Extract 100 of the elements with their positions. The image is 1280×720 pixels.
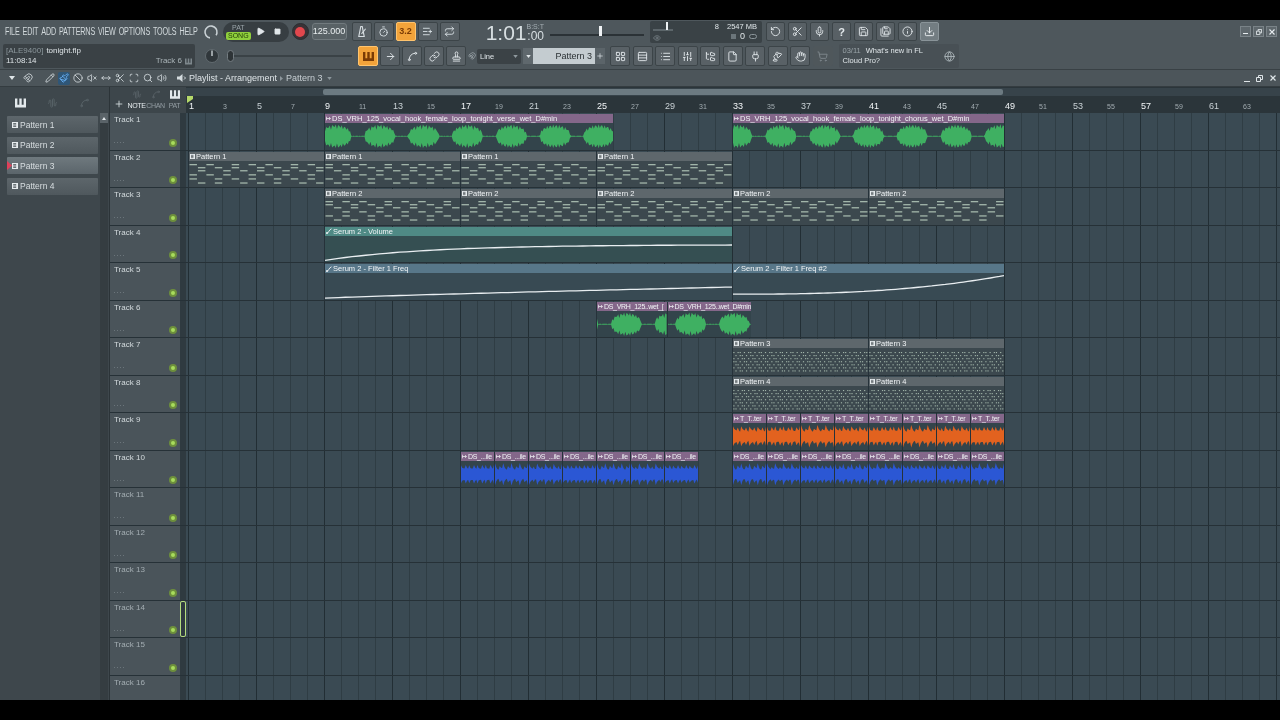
- picker-item[interactable]: Pattern 4: [7, 177, 98, 195]
- toolbar-button[interactable]: [766, 22, 785, 42]
- track-header[interactable]: Track 4: [110, 225, 180, 262]
- track-led-icon[interactable]: [169, 288, 177, 297]
- toolbar-button[interactable]: [424, 46, 444, 67]
- toolbar-button[interactable]: [745, 46, 765, 67]
- toolbar-button[interactable]: ?: [832, 22, 851, 42]
- pitch-slider[interactable]: [227, 50, 352, 63]
- tool-button[interactable]: [156, 71, 168, 85]
- toolbar-button[interactable]: [380, 46, 400, 67]
- picker-item[interactable]: Pattern 3: [7, 157, 98, 174]
- scrollbar-thumb[interactable]: [323, 89, 1003, 95]
- menu-item[interactable]: OPTIONS: [118, 26, 151, 37]
- menu-item[interactable]: TOOLS: [152, 26, 177, 37]
- horizontal-scrollbar[interactable]: [186, 88, 1280, 96]
- menu-item[interactable]: ADD: [41, 26, 56, 37]
- track-led-icon[interactable]: [169, 476, 177, 484]
- toolbar-button[interactable]: [790, 46, 810, 67]
- menu-item[interactable]: PATTERNS: [58, 26, 96, 37]
- toolbar-button[interactable]: [655, 46, 675, 67]
- track-header[interactable]: Track 5: [110, 263, 180, 300]
- track-led-icon[interactable]: [169, 176, 177, 184]
- tool-button[interactable]: [22, 71, 34, 85]
- close-button[interactable]: [1266, 26, 1277, 38]
- tool-button[interactable]: [58, 71, 70, 85]
- track-header[interactable]: Track 11: [110, 488, 180, 525]
- tool-button[interactable]: [86, 71, 98, 85]
- slider-thumb[interactable]: [599, 25, 603, 36]
- close-button[interactable]: [1268, 73, 1277, 83]
- toolbar-button[interactable]: [920, 22, 939, 42]
- toolbar-button[interactable]: [898, 22, 917, 42]
- scroll-up-button[interactable]: [100, 113, 108, 123]
- toolbar-button[interactable]: [810, 22, 829, 42]
- toolbar-button[interactable]: [767, 46, 788, 67]
- track-led-icon[interactable]: [169, 626, 177, 634]
- track-header[interactable]: Track 1: [110, 113, 180, 150]
- tool-button[interactable]: [142, 71, 154, 85]
- knob-icon[interactable]: [204, 48, 220, 65]
- track-led-icon[interactable]: [169, 213, 177, 222]
- menu-item[interactable]: FILE: [5, 26, 20, 37]
- menu-item[interactable]: VIEW: [97, 26, 116, 37]
- toolbar-button[interactable]: [417, 22, 438, 42]
- picker-item[interactable]: Pattern 1: [7, 116, 98, 133]
- tool-button[interactable]: [128, 71, 140, 85]
- toolbar-button[interactable]: [351, 22, 372, 42]
- tool-button[interactable]: [72, 71, 84, 85]
- track-led-icon[interactable]: [169, 138, 177, 147]
- master-slider[interactable]: [550, 25, 644, 38]
- pattern-menu-button[interactable]: [523, 48, 533, 65]
- track-led-icon[interactable]: [169, 551, 177, 559]
- menu-item[interactable]: EDIT: [22, 26, 39, 37]
- track-header[interactable]: Track 14: [110, 600, 180, 637]
- filter-button[interactable]: [168, 89, 181, 99]
- toolbar-button[interactable]: [677, 46, 698, 67]
- track-led-icon[interactable]: [169, 401, 177, 409]
- toolbar-button[interactable]: [446, 46, 466, 67]
- track-header[interactable]: Track 7: [110, 338, 180, 375]
- track-header[interactable]: Track 2: [110, 150, 180, 187]
- toolbar-button[interactable]: [373, 22, 394, 42]
- track-led-icon[interactable]: [169, 663, 177, 672]
- track-led-icon[interactable]: [169, 251, 177, 259]
- track-led-icon[interactable]: [169, 363, 177, 372]
- minimize-button[interactable]: [1240, 26, 1251, 38]
- toolbar-button[interactable]: [632, 46, 653, 67]
- toolbar-button[interactable]: [854, 22, 873, 42]
- track-header[interactable]: Track 6: [110, 300, 180, 337]
- track-header[interactable]: Track 10: [110, 450, 180, 487]
- track-led-icon[interactable]: [169, 326, 177, 334]
- restore-button[interactable]: [1253, 26, 1264, 38]
- track-header[interactable]: Track 13: [110, 563, 180, 600]
- toolbar-button[interactable]: [722, 46, 743, 67]
- track-led-icon[interactable]: [169, 513, 177, 522]
- toolbar-button[interactable]: [402, 46, 422, 67]
- toolbar-button[interactable]: [788, 22, 807, 42]
- track-led-icon[interactable]: [169, 588, 177, 597]
- pattern-selector[interactable]: Pattern 3: [533, 48, 595, 65]
- tool-button[interactable]: [44, 71, 56, 85]
- filter-button[interactable]: [14, 97, 26, 109]
- toolbar-button[interactable]: [610, 46, 630, 67]
- toolbar-button[interactable]: [876, 22, 895, 42]
- picker-item[interactable]: Pattern 2: [7, 136, 98, 154]
- track-header[interactable]: Track 8: [110, 375, 180, 412]
- tool-button[interactable]: [114, 71, 126, 85]
- toolbar-button[interactable]: 3.2: [395, 22, 416, 42]
- add-track-button[interactable]: [113, 98, 125, 110]
- track-header[interactable]: Track 16: [110, 675, 180, 700]
- track-header[interactable]: Track 3: [110, 188, 180, 225]
- record-button[interactable]: [291, 23, 309, 41]
- tempo-field[interactable]: 125.000: [311, 23, 347, 41]
- toolbar-button[interactable]: [439, 22, 460, 42]
- track-header[interactable]: Track 9: [110, 413, 180, 450]
- menu-item[interactable]: HELP: [179, 26, 198, 37]
- caret-icon: [513, 54, 518, 58]
- slider-thumb[interactable]: [227, 50, 234, 63]
- add-pattern-button[interactable]: [595, 48, 605, 65]
- track-header[interactable]: Track 15: [110, 638, 180, 675]
- vertical-scrollbar[interactable]: [100, 113, 108, 700]
- track-header[interactable]: Track 12: [110, 525, 180, 562]
- toolbar-button[interactable]: [700, 46, 720, 67]
- track-led-icon[interactable]: [169, 438, 177, 447]
